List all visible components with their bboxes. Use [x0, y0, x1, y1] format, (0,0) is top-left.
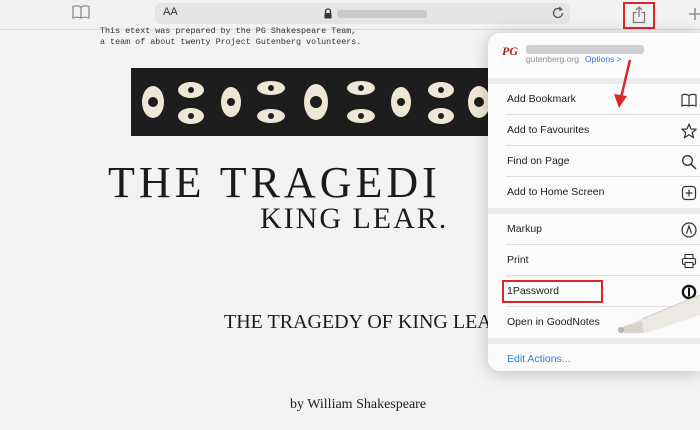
- new-tab-icon[interactable]: [689, 4, 700, 24]
- site-domain: gutenberg.org: [526, 54, 579, 64]
- book-icon: [681, 93, 697, 107]
- magnifier-icon: [682, 155, 697, 170]
- menu-item-label: Print: [507, 254, 529, 266]
- menu-item-add-bookmark[interactable]: Add Bookmark: [488, 84, 700, 115]
- etext-line-1: This etext was prepared by the PG Shakes…: [100, 26, 357, 36]
- annotation-arrow-icon: [614, 59, 632, 108]
- stylus-pencil-icon: [618, 294, 700, 333]
- etext-notice: This etext was prepared by the PG Shakes…: [100, 26, 361, 48]
- plus-square-icon: [681, 185, 697, 201]
- menu-item-label: Add Bookmark: [507, 93, 576, 105]
- lock-icon: [324, 8, 332, 19]
- share-menu-header: PG gutenberg.org Options >: [488, 33, 700, 78]
- menu-item-label: Add to Home Screen: [507, 186, 605, 198]
- menu-item-add-to-home-screen[interactable]: Add to Home Screen: [488, 177, 700, 208]
- page-name-redacted: [526, 45, 644, 54]
- menu-item-markup[interactable]: Markup: [488, 214, 700, 245]
- share-icon: [632, 6, 646, 24]
- site-favicon-icon: PG: [502, 44, 518, 58]
- decorative-ornament-banner: [131, 68, 501, 136]
- menu-item-label: Add to Favourites: [507, 124, 590, 136]
- star-icon: [681, 123, 697, 139]
- menu-item-label: Find on Page: [507, 155, 570, 167]
- share-button[interactable]: [623, 2, 655, 29]
- url-text-redacted: [337, 10, 427, 18]
- printer-icon: [681, 253, 697, 269]
- book-title-sub: KING LEAR.: [260, 202, 449, 235]
- author-byline: by William Shakespeare: [290, 397, 427, 412]
- address-bar[interactable]: AA: [155, 3, 570, 24]
- menu-item-find-on-page[interactable]: Find on Page: [488, 146, 700, 177]
- etext-line-2: a team of about twenty Project Gutenberg…: [100, 37, 362, 47]
- goodnotes-highlight-box: [502, 280, 603, 303]
- menu-item-label: Markup: [507, 223, 543, 235]
- markup-icon: [681, 222, 697, 238]
- book-title-main: THE TRAGEDI: [108, 158, 441, 207]
- edit-actions-label: Edit Actions...: [507, 353, 571, 365]
- page-heading: THE TRAGEDY OF KING LEA: [224, 311, 492, 333]
- reader-text-size-button[interactable]: AA: [163, 6, 178, 18]
- menu-item-print[interactable]: Print: [488, 245, 700, 276]
- menu-item-edit-actions[interactable]: Edit Actions...: [488, 344, 700, 371]
- reload-icon[interactable]: [551, 6, 565, 20]
- menu-item-label: Open in GoodNotes: [507, 316, 600, 328]
- bookmarks-icon[interactable]: [72, 5, 90, 19]
- menu-item-add-to-favourites[interactable]: Add to Favourites: [488, 115, 700, 146]
